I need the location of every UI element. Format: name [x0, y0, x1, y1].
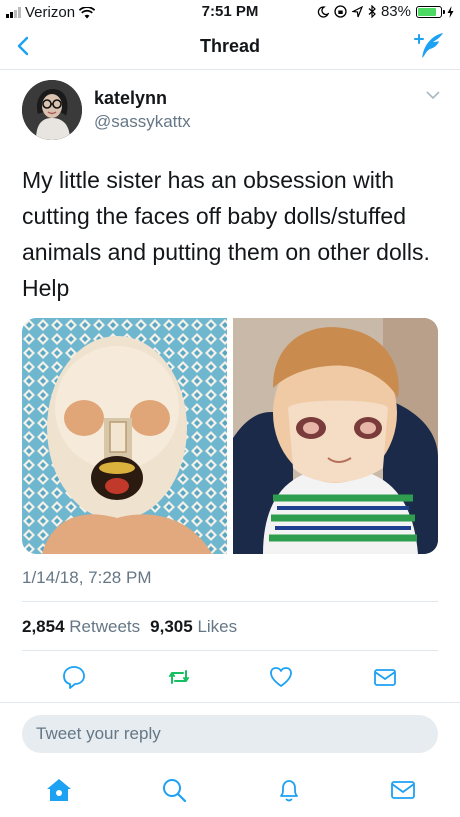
retweets-stat[interactable]: 2,854 Retweets — [22, 617, 140, 637]
tweet-actions — [0, 660, 460, 694]
status-right: 83% — [317, 3, 454, 20]
bluetooth-icon — [368, 5, 376, 18]
avatar[interactable] — [22, 80, 82, 140]
do-not-disturb-icon — [317, 5, 329, 18]
tab-bar — [0, 762, 460, 817]
battery-icon — [416, 5, 445, 18]
orientation-lock-icon — [334, 5, 347, 18]
retweets-label: Retweets — [69, 617, 141, 636]
avatar-photo — [22, 80, 82, 140]
divider — [22, 601, 438, 602]
media-photo-faceless-doll[interactable] — [22, 318, 227, 554]
tweet-media[interactable] — [22, 318, 438, 554]
status-bar: Verizon 7:51 PM 83% — [0, 0, 460, 24]
likes-label: Likes — [197, 617, 238, 636]
reply-icon[interactable] — [61, 664, 87, 690]
direct-message-icon[interactable] — [372, 664, 398, 690]
compose-tweet-icon[interactable] — [414, 32, 444, 60]
author-handle[interactable]: @sassykattx — [94, 112, 191, 132]
messages-icon[interactable] — [389, 776, 417, 804]
tweet-timestamp: 1/14/18, 7:28 PM — [22, 568, 152, 587]
media-photo-baby-doll[interactable] — [233, 318, 438, 554]
reply-input[interactable] — [22, 715, 438, 753]
tweet-stats: 2,854 Retweets 9,305 Likes — [22, 617, 237, 637]
author-name[interactable]: katelynn — [94, 88, 167, 109]
tweet-text: My little sister has an obsession with c… — [22, 167, 430, 301]
likes-count: 9,305 — [150, 617, 193, 636]
chevron-down-icon[interactable] — [426, 90, 440, 100]
nav-header: Thread — [0, 24, 460, 70]
retweets-count: 2,854 — [22, 617, 65, 636]
home-icon[interactable] — [45, 776, 73, 804]
location-icon — [351, 5, 363, 17]
search-icon[interactable] — [160, 776, 188, 804]
charging-icon — [447, 5, 454, 18]
reply-bar — [0, 702, 460, 762]
notifications-icon[interactable] — [275, 776, 303, 804]
divider — [22, 650, 438, 651]
retweet-icon[interactable] — [166, 664, 192, 690]
battery-percent: 83% — [380, 3, 411, 20]
page-title: Thread — [199, 36, 260, 56]
like-icon[interactable] — [268, 664, 294, 690]
likes-stat[interactable]: 9,305 Likes — [150, 617, 237, 637]
